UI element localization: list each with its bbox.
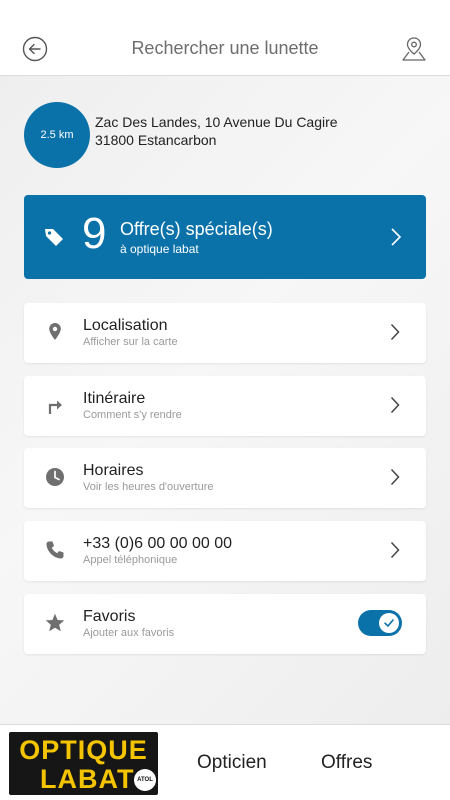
item-title: Horaires — [83, 462, 144, 479]
store-address: Zac Des Landes, 10 Avenue Du Cagire 3180… — [95, 113, 338, 149]
tag-icon — [45, 229, 63, 246]
app-header: Rechercher une lunette — [0, 0, 450, 76]
page-title: Rechercher une lunette — [131, 38, 319, 58]
map-marker-icon[interactable] — [400, 35, 428, 63]
chevron-right-icon — [390, 396, 400, 414]
itineraire-item[interactable]: Itinéraire Comment s'y rendre — [24, 376, 426, 436]
star-icon — [45, 613, 65, 632]
favoris-item: Favoris Ajouter aux favoris — [24, 594, 426, 654]
chevron-right-icon — [390, 468, 400, 486]
logo-line-2: LABAT — [40, 764, 135, 794]
phone-icon — [46, 541, 64, 559]
atol-badge: ATOL — [134, 769, 156, 791]
item-subtitle: Comment s'y rendre — [83, 409, 182, 421]
item-title: Localisation — [83, 317, 168, 334]
bottom-nav: OPTIQUE LABAT ATOL Opticien Offres — [0, 724, 450, 800]
chevron-right-icon — [390, 541, 400, 559]
address-line-2: 31800 Estancarbon — [95, 132, 217, 148]
chevron-right-icon — [391, 228, 402, 246]
clock-icon — [46, 468, 64, 486]
item-subtitle: Voir les heures d'ouverture — [83, 481, 214, 493]
store-info: 2.5 km Zac Des Landes, 10 Avenue Du Cagi… — [24, 100, 426, 168]
tab-offres[interactable]: Offres — [321, 752, 372, 774]
item-subtitle: Appel téléphonique — [83, 554, 178, 566]
special-offers-banner[interactable]: 9 Offre(s) spéciale(s) à optique labat — [24, 195, 426, 279]
offers-subtitle: à optique labat — [120, 242, 199, 256]
item-title: Itinéraire — [83, 390, 146, 407]
item-title: Favoris — [83, 608, 136, 625]
localisation-item[interactable]: Localisation Afficher sur la carte — [24, 303, 426, 363]
check-icon — [384, 619, 394, 627]
chevron-right-icon — [390, 323, 400, 341]
optique-labat-logo[interactable]: OPTIQUE LABAT ATOL — [9, 732, 158, 795]
offers-count: 9 — [82, 209, 107, 258]
toggle-knob — [379, 613, 399, 633]
horaires-item[interactable]: Horaires Voir les heures d'ouverture — [24, 448, 426, 508]
item-title: +33 (0)6 00 00 00 00 — [83, 535, 233, 552]
distance-badge: 2.5 km — [24, 102, 90, 168]
item-subtitle: Ajouter aux favoris — [83, 627, 175, 639]
location-pin-icon — [49, 323, 61, 340]
item-subtitle: Afficher sur la carte — [83, 336, 178, 348]
phone-item[interactable]: +33 (0)6 00 00 00 00 Appel téléphonique — [24, 521, 426, 581]
logo-line-1: OPTIQUE — [19, 735, 148, 765]
favorite-toggle[interactable] — [358, 610, 402, 636]
address-line-1: Zac Des Landes, 10 Avenue Du Cagire — [95, 114, 338, 130]
offers-title: Offre(s) spéciale(s) — [120, 219, 273, 239]
tab-opticien[interactable]: Opticien — [197, 752, 267, 774]
turn-right-icon — [48, 400, 62, 414]
